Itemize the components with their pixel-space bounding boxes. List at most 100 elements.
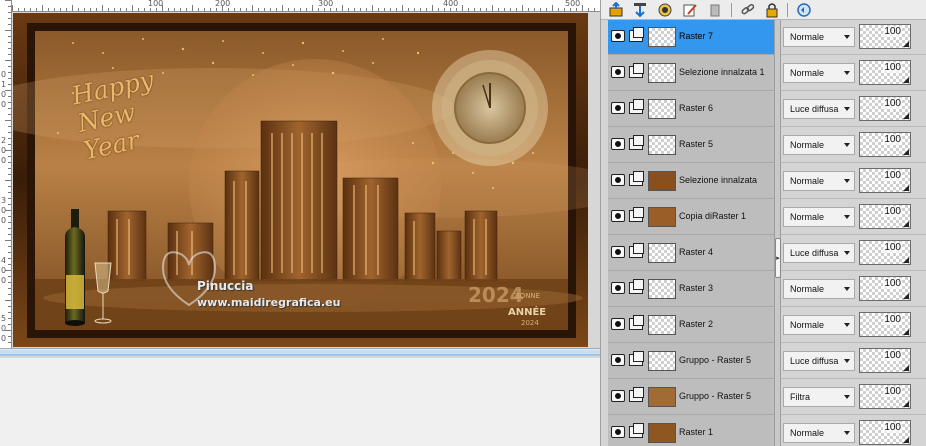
blend-mode-select[interactable]: Normale bbox=[783, 207, 855, 227]
ruler-tick bbox=[186, 8, 187, 11]
ruler-tick bbox=[426, 8, 427, 11]
opacity-slider[interactable]: 100 bbox=[859, 312, 911, 337]
blend-mode-select[interactable]: Normale bbox=[783, 171, 855, 191]
opacity-slider[interactable]: 100 bbox=[859, 276, 911, 301]
link-icon[interactable] bbox=[739, 1, 757, 18]
layer-row[interactable]: Raster 4 bbox=[608, 236, 774, 271]
ruler-tick bbox=[8, 36, 11, 37]
layer-row[interactable]: Selezione innalzata bbox=[608, 164, 774, 199]
opacity-slider[interactable]: 100 bbox=[859, 348, 911, 373]
layer-lock-icon[interactable] bbox=[629, 279, 644, 294]
layer-row[interactable]: Gruppo - Raster 5 bbox=[608, 344, 774, 379]
visibility-eye-icon[interactable] bbox=[611, 66, 625, 78]
opacity-slider[interactable]: 100 bbox=[859, 384, 911, 409]
visibility-eye-icon[interactable] bbox=[611, 246, 625, 258]
artwork-canvas[interactable]: Happy New Year Pinuccia www.maidiregrafi… bbox=[13, 13, 588, 347]
opacity-slider[interactable]: 100 bbox=[859, 96, 911, 121]
opacity-value: 100 bbox=[883, 350, 902, 361]
ruler-tick bbox=[8, 42, 11, 43]
ruler-tick bbox=[8, 18, 11, 19]
layer-lock-icon[interactable] bbox=[629, 315, 644, 330]
layer-props-row: Normale 100 bbox=[781, 416, 926, 446]
ruler-tick bbox=[234, 8, 235, 11]
blend-mode-select[interactable]: Normale bbox=[783, 315, 855, 335]
ruler-tick bbox=[552, 5, 553, 11]
visibility-eye-icon[interactable] bbox=[611, 390, 625, 402]
opacity-slider[interactable]: 100 bbox=[859, 240, 911, 265]
scrollbar-thumb[interactable] bbox=[0, 350, 600, 354]
opacity-slider[interactable]: 100 bbox=[859, 24, 911, 49]
ruler-tick bbox=[366, 8, 367, 11]
layer-row[interactable]: Raster 6 bbox=[608, 92, 774, 127]
opacity-slider[interactable]: 100 bbox=[859, 132, 911, 157]
horizontal-scrollbar[interactable] bbox=[0, 348, 600, 356]
layer-row[interactable]: Gruppo - Raster 5 bbox=[608, 380, 774, 415]
layer-row[interactable]: Raster 7 bbox=[608, 20, 774, 55]
ruler-tick bbox=[8, 336, 11, 337]
blend-mode-select[interactable]: Normale bbox=[783, 27, 855, 47]
layer-lock-icon[interactable] bbox=[629, 423, 644, 438]
ruler-tick bbox=[594, 8, 595, 11]
opacity-value: 100 bbox=[883, 206, 902, 217]
layer-lock-icon[interactable] bbox=[629, 99, 644, 114]
layer-row[interactable]: Selezione innalzata 1 bbox=[608, 56, 774, 91]
blend-mode-select[interactable]: Luce diffusa bbox=[783, 243, 855, 263]
ruler-tick bbox=[5, 0, 11, 1]
opacity-ramp-icon bbox=[903, 401, 909, 407]
blend-mode-select[interactable]: Luce diffusa bbox=[783, 99, 855, 119]
opacity-slider[interactable]: 100 bbox=[859, 168, 911, 193]
layer-lock-icon[interactable] bbox=[629, 243, 644, 258]
ruler-tick bbox=[192, 5, 193, 11]
opacity-slider[interactable]: 100 bbox=[859, 60, 911, 85]
opacity-slider[interactable]: 100 bbox=[859, 204, 911, 229]
blend-mode-select[interactable]: Luce diffusa bbox=[783, 351, 855, 371]
properties-icon[interactable] bbox=[795, 1, 813, 18]
blend-mode-value: Normale bbox=[790, 140, 825, 150]
layer-lock-icon[interactable] bbox=[629, 171, 644, 186]
layer-lock-icon[interactable] bbox=[629, 207, 644, 222]
visibility-eye-icon[interactable] bbox=[611, 174, 625, 186]
opacity-slider[interactable]: 100 bbox=[859, 420, 911, 445]
layer-row[interactable]: Raster 1 bbox=[608, 416, 774, 446]
visibility-eye-icon[interactable] bbox=[611, 138, 625, 150]
ruler-tick bbox=[8, 228, 11, 229]
edit-icon[interactable] bbox=[681, 1, 699, 18]
layer-lock-icon[interactable] bbox=[629, 27, 644, 42]
blend-mode-value: Normale bbox=[790, 176, 825, 186]
layer-lock-icon[interactable] bbox=[629, 135, 644, 150]
visibility-eye-icon[interactable] bbox=[611, 354, 625, 366]
blend-mode-select[interactable]: Normale bbox=[783, 63, 855, 83]
blend-mode-select[interactable]: Normale bbox=[783, 279, 855, 299]
blend-mode-value: Luce diffusa bbox=[790, 104, 839, 114]
visibility-eye-icon[interactable] bbox=[611, 210, 625, 222]
layer-lock-icon[interactable] bbox=[629, 387, 644, 402]
ruler-tick bbox=[498, 8, 499, 11]
ruler-tick bbox=[90, 8, 91, 11]
blend-mode-select[interactable]: Normale bbox=[783, 135, 855, 155]
visibility-eye-icon[interactable] bbox=[611, 102, 625, 114]
move-layer-icon[interactable] bbox=[631, 1, 649, 18]
panel-splitter[interactable]: ▸ bbox=[774, 20, 781, 446]
ruler-tick bbox=[8, 192, 11, 193]
visibility-eye-icon[interactable] bbox=[611, 318, 625, 330]
ruler-tick bbox=[282, 5, 283, 11]
layer-row[interactable]: Raster 2 bbox=[608, 308, 774, 343]
layer-lock-icon[interactable] bbox=[629, 63, 644, 78]
blend-mode-select[interactable]: Normale bbox=[783, 423, 855, 443]
lock-icon[interactable] bbox=[763, 1, 781, 18]
layer-row[interactable]: Raster 5 bbox=[608, 128, 774, 163]
ruler-tick bbox=[8, 204, 11, 205]
visibility-eye-icon[interactable] bbox=[611, 282, 625, 294]
opacity-ramp-icon bbox=[903, 113, 909, 119]
delete-icon[interactable] bbox=[706, 1, 724, 18]
layer-row[interactable]: Copia diRaster 1 bbox=[608, 200, 774, 235]
blend-mode-select[interactable]: Filtra bbox=[783, 387, 855, 407]
mask-icon[interactable] bbox=[656, 1, 674, 18]
ruler-tick bbox=[270, 8, 271, 11]
visibility-eye-icon[interactable] bbox=[611, 426, 625, 438]
new-layer-icon[interactable] bbox=[607, 1, 625, 18]
visibility-eye-icon[interactable] bbox=[611, 30, 625, 42]
ruler-tick bbox=[288, 8, 289, 11]
layer-row[interactable]: Raster 3 bbox=[608, 272, 774, 307]
layer-lock-icon[interactable] bbox=[629, 351, 644, 366]
